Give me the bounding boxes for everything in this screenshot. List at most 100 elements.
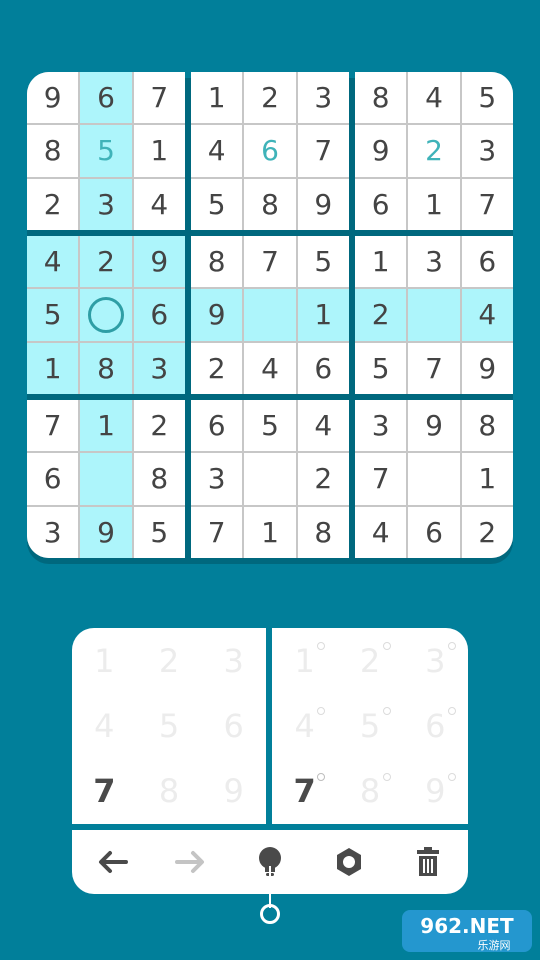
sudoku-cell[interactable]: 3 <box>461 125 513 177</box>
sudoku-cell[interactable]: 5 <box>244 400 296 452</box>
sudoku-cell[interactable]: 5 <box>297 236 349 288</box>
sudoku-cell[interactable]: 2 <box>355 289 407 341</box>
sudoku-cell[interactable]: 9 <box>355 125 407 177</box>
sudoku-cell[interactable]: 2 <box>27 178 79 230</box>
digit-key-9[interactable]: 9 <box>201 759 266 824</box>
note-key-7[interactable]: 7 <box>272 759 337 824</box>
note-key-2[interactable]: 2 <box>337 628 402 693</box>
sudoku-cell[interactable]: 1 <box>244 506 296 558</box>
sudoku-cell[interactable] <box>244 289 296 341</box>
sudoku-cell[interactable]: 7 <box>355 453 407 505</box>
sudoku-cell[interactable] <box>80 453 132 505</box>
sudoku-cell[interactable]: 6 <box>355 178 407 230</box>
sudoku-cell[interactable]: 3 <box>297 72 349 124</box>
sudoku-cell[interactable]: 9 <box>133 236 185 288</box>
sudoku-cell[interactable]: 1 <box>27 342 79 394</box>
sudoku-cell[interactable]: 4 <box>244 342 296 394</box>
sudoku-cell[interactable]: 8 <box>27 125 79 177</box>
sudoku-cell[interactable]: 1 <box>133 125 185 177</box>
note-key-3[interactable]: 3 <box>403 628 468 693</box>
sudoku-cell[interactable]: 9 <box>408 400 460 452</box>
sudoku-cell[interactable]: 5 <box>133 506 185 558</box>
sudoku-cell[interactable]: 4 <box>133 178 185 230</box>
digit-key-2[interactable]: 2 <box>137 628 202 693</box>
digit-key-3[interactable]: 3 <box>201 628 266 693</box>
sudoku-cell[interactable]: 1 <box>191 72 243 124</box>
sudoku-cell[interactable]: 4 <box>461 289 513 341</box>
note-key-9[interactable]: 9 <box>403 759 468 824</box>
sudoku-cell[interactable]: 2 <box>461 506 513 558</box>
sudoku-cell[interactable]: 4 <box>27 236 79 288</box>
digit-key-7[interactable]: 7 <box>72 759 137 824</box>
sudoku-cell[interactable]: 2 <box>297 453 349 505</box>
undo-button[interactable] <box>82 832 142 892</box>
sudoku-cell[interactable]: 2 <box>80 236 132 288</box>
sudoku-cell[interactable]: 1 <box>461 453 513 505</box>
sudoku-cell[interactable]: 2 <box>191 342 243 394</box>
sudoku-cell[interactable]: 5 <box>355 342 407 394</box>
sudoku-cell[interactable]: 9 <box>461 342 513 394</box>
sudoku-cell[interactable]: 4 <box>355 506 407 558</box>
sudoku-cell[interactable]: 3 <box>133 342 185 394</box>
sudoku-cell[interactable]: 6 <box>297 342 349 394</box>
sudoku-cell[interactable]: 3 <box>408 236 460 288</box>
sudoku-cell[interactable]: 3 <box>355 400 407 452</box>
sudoku-cell[interactable]: 6 <box>191 400 243 452</box>
sudoku-cell[interactable]: 9 <box>297 178 349 230</box>
sudoku-cell[interactable]: 3 <box>191 453 243 505</box>
sudoku-cell[interactable]: 6 <box>461 236 513 288</box>
redo-button[interactable] <box>161 832 221 892</box>
sudoku-cell[interactable]: 7 <box>191 506 243 558</box>
sudoku-cell[interactable]: 6 <box>80 72 132 124</box>
sudoku-cell[interactable]: 8 <box>80 342 132 394</box>
sudoku-cell[interactable]: 7 <box>244 236 296 288</box>
sudoku-cell[interactable]: 8 <box>244 178 296 230</box>
sudoku-cell[interactable]: 9 <box>80 506 132 558</box>
sudoku-cell[interactable]: 7 <box>408 342 460 394</box>
sudoku-cell[interactable]: 7 <box>133 72 185 124</box>
sudoku-cell[interactable]: 5 <box>27 289 79 341</box>
sudoku-cell[interactable]: 5 <box>461 72 513 124</box>
sudoku-cell[interactable]: 5 <box>191 178 243 230</box>
settings-button[interactable] <box>319 832 379 892</box>
digit-key-6[interactable]: 6 <box>201 693 266 758</box>
sudoku-cell[interactable] <box>408 453 460 505</box>
sudoku-cell[interactable]: 1 <box>408 178 460 230</box>
note-key-8[interactable]: 8 <box>337 759 402 824</box>
sudoku-cell[interactable]: 9 <box>27 72 79 124</box>
digit-key-1[interactable]: 1 <box>72 628 137 693</box>
sudoku-cell[interactable]: 6 <box>408 506 460 558</box>
sudoku-cell[interactable]: 6 <box>244 125 296 177</box>
sudoku-cell[interactable]: 6 <box>133 289 185 341</box>
sudoku-cell[interactable]: 1 <box>355 236 407 288</box>
sudoku-cell[interactable]: 8 <box>191 236 243 288</box>
sudoku-cell[interactable]: 3 <box>27 506 79 558</box>
sudoku-cell[interactable]: 2 <box>133 400 185 452</box>
selected-cell[interactable] <box>80 289 132 341</box>
sudoku-cell[interactable] <box>408 289 460 341</box>
sudoku-cell[interactable]: 8 <box>355 72 407 124</box>
note-key-6[interactable]: 6 <box>403 693 468 758</box>
sudoku-cell[interactable]: 3 <box>80 178 132 230</box>
sudoku-cell[interactable]: 4 <box>191 125 243 177</box>
sudoku-cell[interactable]: 5 <box>80 125 132 177</box>
sudoku-cell[interactable]: 2 <box>408 125 460 177</box>
digit-key-5[interactable]: 5 <box>137 693 202 758</box>
sudoku-cell[interactable]: 7 <box>461 178 513 230</box>
sudoku-cell[interactable]: 8 <box>133 453 185 505</box>
sudoku-cell[interactable]: 8 <box>461 400 513 452</box>
note-key-5[interactable]: 5 <box>337 693 402 758</box>
sudoku-cell[interactable]: 4 <box>408 72 460 124</box>
sudoku-cell[interactable]: 6 <box>27 453 79 505</box>
note-key-4[interactable]: 4 <box>272 693 337 758</box>
sudoku-cell[interactable]: 4 <box>297 400 349 452</box>
sudoku-cell[interactable]: 2 <box>244 72 296 124</box>
sudoku-cell[interactable] <box>244 453 296 505</box>
sudoku-cell[interactable]: 1 <box>297 289 349 341</box>
sudoku-cell[interactable]: 8 <box>297 506 349 558</box>
sudoku-cell[interactable]: 7 <box>27 400 79 452</box>
sudoku-cell[interactable]: 1 <box>80 400 132 452</box>
digit-key-8[interactable]: 8 <box>137 759 202 824</box>
delete-button[interactable] <box>398 832 458 892</box>
digit-key-4[interactable]: 4 <box>72 693 137 758</box>
